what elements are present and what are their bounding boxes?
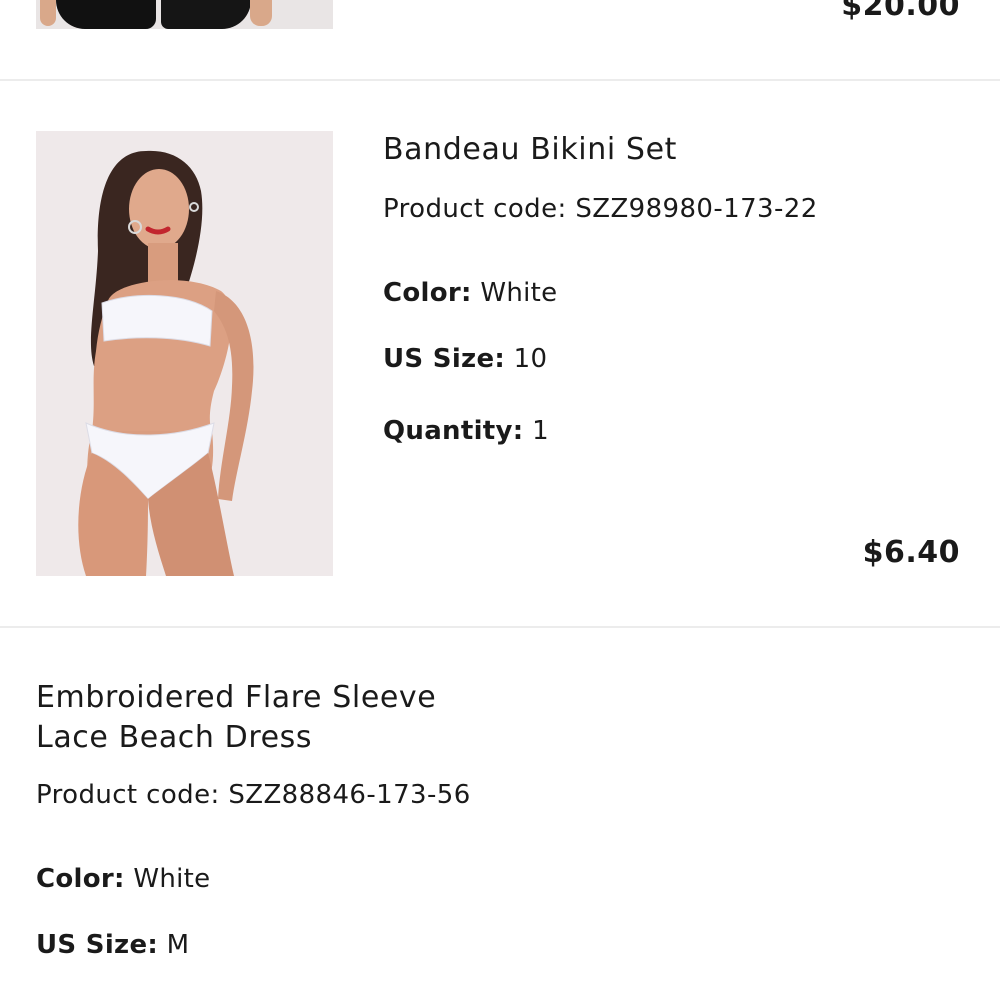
model-pants: [161, 0, 251, 29]
model-hand: [40, 0, 56, 26]
product-title-line: Embroidered Flare Sleeve: [36, 680, 437, 715]
item-divider: [0, 626, 1000, 628]
size-value: 10: [513, 344, 548, 374]
product-color: Color: White: [36, 864, 210, 894]
product-color: Color: White: [383, 278, 557, 308]
product-quantity: Quantity: 1: [383, 416, 549, 446]
product-title[interactable]: Bandeau Bikini Set: [383, 132, 677, 167]
model-hand: [250, 0, 272, 26]
product-code-label: Product code:: [383, 194, 567, 224]
product-image-2[interactable]: [36, 131, 333, 576]
cart-item-list: $20.00 Bandeau Bikini Set Product code: …: [0, 0, 1000, 1000]
product-title[interactable]: Embroidered Flare Sleeve Lace Beach Dres…: [36, 678, 496, 758]
color-label: Color:: [36, 864, 125, 894]
product-title-line: Lace Beach Dress: [36, 720, 313, 755]
product-image-1[interactable]: [36, 0, 333, 29]
product-size: US Size: 10: [383, 344, 547, 374]
product-code-label: Product code:: [36, 780, 220, 810]
cart-item-1: $20.00: [0, 0, 1000, 80]
item-price: $6.40: [862, 535, 960, 570]
size-label: US Size:: [36, 930, 159, 960]
color-value: White: [480, 278, 558, 308]
product-code-value: SZZ88846-173-56: [228, 780, 471, 810]
bikini-model-illustration: [36, 131, 333, 576]
product-code: Product code: SZZ88846-173-56: [36, 780, 471, 810]
quantity-value: 1: [532, 416, 549, 446]
color-value: White: [133, 864, 211, 894]
size-value: M: [166, 930, 190, 960]
item-divider: [0, 79, 1000, 81]
size-label: US Size:: [383, 344, 506, 374]
item-price: $20.00: [841, 0, 960, 23]
product-code: Product code: SZZ98980-173-22: [383, 194, 818, 224]
quantity-label: Quantity:: [383, 416, 524, 446]
product-size: US Size: M: [36, 930, 189, 960]
color-label: Color:: [383, 278, 472, 308]
model-pants: [56, 0, 156, 29]
product-code-value: SZZ98980-173-22: [575, 194, 818, 224]
